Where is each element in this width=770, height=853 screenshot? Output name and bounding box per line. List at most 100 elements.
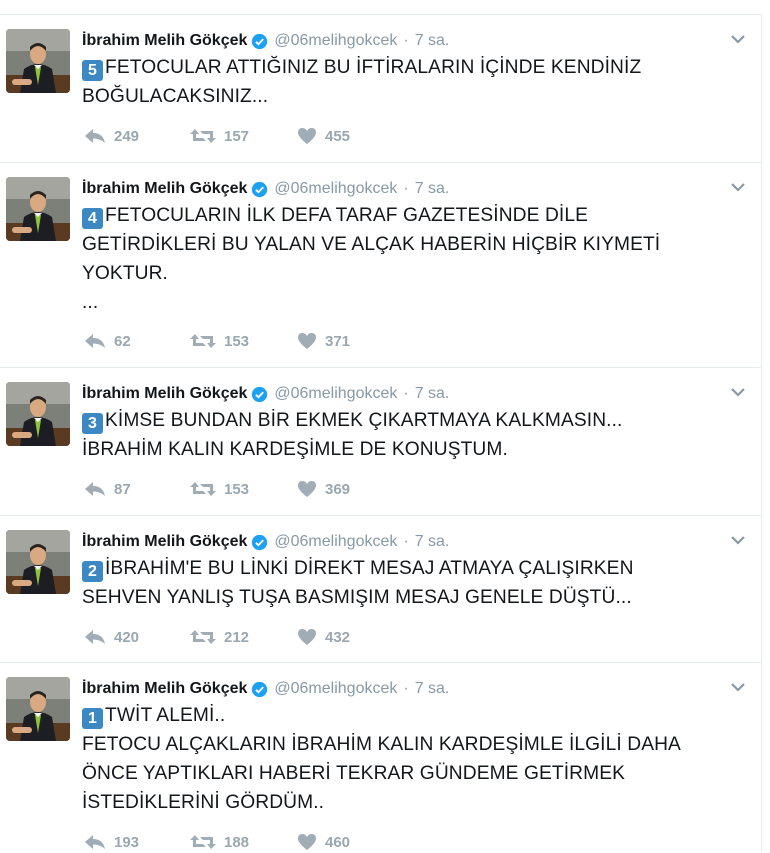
verified-badge-icon — [252, 33, 268, 49]
avatar-photo — [6, 677, 70, 741]
verified-badge-icon — [252, 534, 268, 550]
number-badge: 4 — [82, 208, 103, 229]
tweet-actions: 249 157 455 — [84, 125, 350, 147]
chevron-down-icon[interactable] — [730, 33, 746, 45]
author-handle[interactable]: @06melihgokcek — [274, 533, 397, 551]
retweet-icon — [190, 129, 216, 143]
author-handle[interactable]: @06melihgokcek — [274, 32, 397, 50]
avatar-photo — [6, 29, 70, 93]
retweet-button[interactable]: 153 — [190, 481, 297, 498]
retweet-button[interactable]: 157 — [190, 128, 297, 145]
heart-icon — [298, 333, 316, 349]
reply-count: 420 — [114, 628, 140, 646]
author-name[interactable]: İbrahim Melih Gökçek — [82, 680, 247, 698]
retweet-count: 153 — [224, 480, 250, 498]
chevron-down-icon[interactable] — [730, 534, 746, 546]
reply-icon — [85, 334, 105, 348]
number-badge: 5 — [82, 60, 103, 81]
retweet-count: 153 — [224, 332, 250, 350]
author-handle[interactable]: @06melihgokcek — [274, 385, 397, 403]
reply-icon — [85, 482, 105, 496]
heart-icon — [298, 834, 316, 850]
tweet-timestamp[interactable]: 7 sa. — [415, 680, 450, 698]
like-button[interactable]: 369 — [297, 480, 350, 498]
retweet-button[interactable]: 188 — [190, 834, 297, 851]
tweet-text: 1 TWİT ALEMİ.. FETOCU ALÇAKLARIN İBRAHİM … — [82, 701, 742, 817]
author-handle[interactable]: @06melihgokcek — [274, 180, 397, 198]
tweet-actions: 62 153 371 — [84, 330, 350, 352]
like-count: 432 — [325, 628, 351, 646]
reply-button[interactable]: 193 — [84, 834, 190, 851]
tweet-text: 2 İBRAHİM'E BU LİNKİ DİREKT MESAJ ATMAYA … — [82, 554, 742, 612]
tweet-timestamp[interactable]: 7 sa. — [415, 533, 450, 551]
tweet-timestamp[interactable]: 7 sa. — [415, 180, 450, 198]
tweet-timestamp[interactable]: 7 sa. — [415, 385, 450, 403]
tweet-text: 4 FETOCULARIN İLK DEFA TARAF GAZETESİNDE … — [82, 201, 742, 317]
reply-button[interactable]: 249 — [84, 128, 190, 145]
tweet-header: İbrahim Melih Gökçek @06melihgokcek · 7 … — [82, 180, 450, 198]
chevron-down-icon[interactable] — [730, 681, 746, 693]
author-name[interactable]: İbrahim Melih Gökçek — [82, 533, 247, 551]
reply-button[interactable]: 62 — [84, 333, 190, 350]
like-button[interactable]: 371 — [297, 332, 350, 350]
verified-badge-icon — [252, 681, 268, 697]
reply-button[interactable]: 420 — [84, 629, 190, 646]
like-count: 369 — [325, 480, 351, 498]
reply-count: 193 — [114, 833, 140, 851]
retweet-icon — [190, 630, 216, 644]
retweet-count: 212 — [224, 628, 250, 646]
tweet-body: TWİT ALEMİ.. FETOCU ALÇAKLARIN İBRAHİM K… — [82, 705, 681, 813]
reply-icon — [85, 835, 105, 849]
tweet[interactable]: İbrahim Melih Gökçek @06melihgokcek · 7 … — [0, 162, 762, 367]
retweet-icon — [190, 334, 216, 348]
reply-count: 249 — [114, 127, 140, 145]
reply-count: 87 — [114, 480, 131, 498]
avatar[interactable] — [6, 530, 70, 594]
reply-icon — [85, 129, 105, 143]
like-button[interactable]: 455 — [297, 127, 350, 145]
avatar-photo — [6, 530, 70, 594]
like-button[interactable]: 460 — [297, 833, 350, 851]
chevron-down-icon[interactable] — [730, 386, 746, 398]
tweet[interactable]: İbrahim Melih Gökçek @06melihgokcek · 7 … — [0, 367, 762, 515]
tweet-body: FETOCULAR ATTIĞINIZ BU İFTİRALARIN İÇİND… — [82, 57, 642, 107]
like-button[interactable]: 432 — [297, 628, 350, 646]
reply-button[interactable]: 87 — [84, 481, 190, 498]
retweet-icon — [190, 482, 216, 496]
chevron-down-icon[interactable] — [730, 181, 746, 193]
tweet-header: İbrahim Melih Gökçek @06melihgokcek · 7 … — [82, 32, 450, 50]
like-count: 460 — [325, 833, 351, 851]
tweet-body: KİMSE BUNDAN BİR EKMEK ÇIKARTMAYA KALKMA… — [82, 410, 623, 460]
tweet-body: İBRAHİM'E BU LİNKİ DİREKT MESAJ ATMAYA Ç… — [82, 558, 634, 608]
number-badge: 1 — [82, 708, 103, 729]
avatar[interactable] — [6, 677, 70, 741]
like-count: 371 — [325, 332, 351, 350]
tweet-timeline: İbrahim Melih Gökçek @06melihgokcek · 7 … — [0, 0, 770, 852]
avatar-photo — [6, 382, 70, 446]
number-badge: 2 — [82, 561, 103, 582]
retweet-button[interactable]: 212 — [190, 629, 297, 646]
avatar-photo — [6, 177, 70, 241]
author-name[interactable]: İbrahim Melih Gökçek — [82, 180, 247, 198]
tweet-header: İbrahim Melih Gökçek @06melihgokcek · 7 … — [82, 385, 450, 403]
avatar[interactable] — [6, 177, 70, 241]
retweet-button[interactable]: 153 — [190, 333, 297, 350]
author-name[interactable]: İbrahim Melih Gökçek — [82, 32, 247, 50]
author-name[interactable]: İbrahim Melih Gökçek — [82, 385, 247, 403]
verified-badge-icon — [252, 181, 268, 197]
tweet-actions: 87 153 369 — [84, 478, 350, 500]
tweet[interactable]: İbrahim Melih Gökçek @06melihgokcek · 7 … — [0, 515, 762, 662]
retweet-icon — [190, 835, 216, 849]
tweet[interactable]: İbrahim Melih Gökçek @06melihgokcek · 7 … — [0, 662, 762, 852]
tweet-actions: 420 212 432 — [84, 626, 350, 648]
avatar[interactable] — [6, 382, 70, 446]
heart-icon — [298, 481, 316, 497]
avatar[interactable] — [6, 29, 70, 93]
author-handle[interactable]: @06melihgokcek — [274, 680, 397, 698]
tweet-timestamp[interactable]: 7 sa. — [415, 32, 450, 50]
tweet[interactable]: İbrahim Melih Gökçek @06melihgokcek · 7 … — [0, 14, 762, 162]
reply-count: 62 — [114, 332, 131, 350]
heart-icon — [298, 128, 316, 144]
like-count: 455 — [325, 127, 351, 145]
reply-icon — [85, 630, 105, 644]
